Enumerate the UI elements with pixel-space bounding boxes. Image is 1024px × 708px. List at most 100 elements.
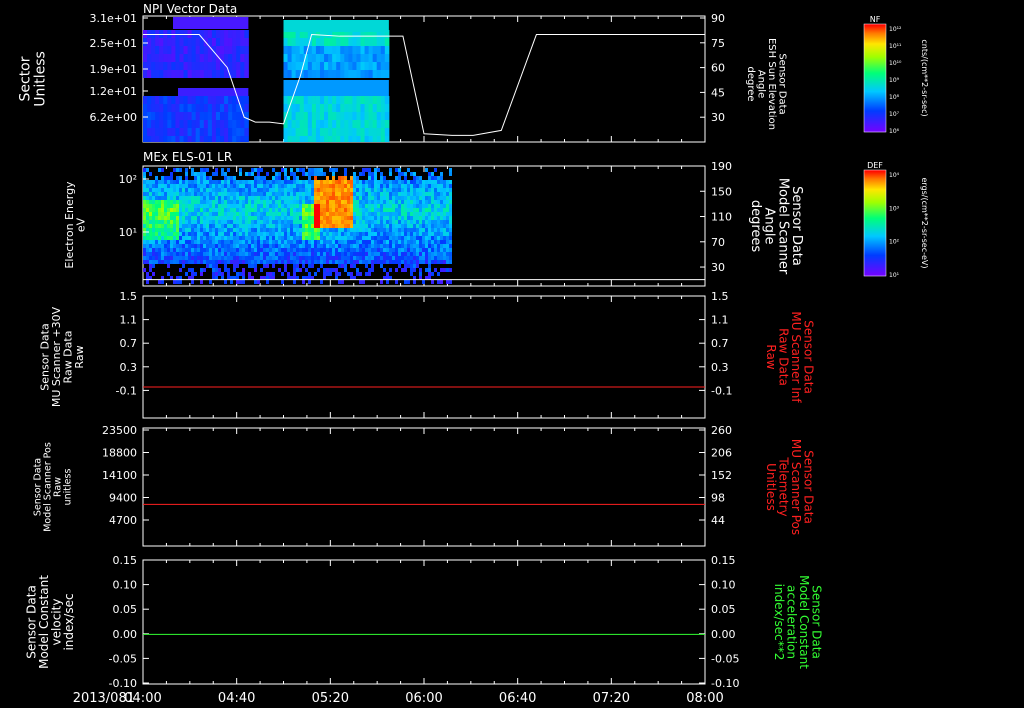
heatmap-cell <box>299 260 302 264</box>
heatmap-cell <box>275 212 278 216</box>
heatmap-cell <box>311 208 314 212</box>
heatmap-cell <box>203 168 206 172</box>
heatmap-cell <box>431 184 434 188</box>
heatmap-cell <box>323 208 326 212</box>
heatmap-cell <box>311 120 317 128</box>
heatmap-cell <box>143 196 146 200</box>
heatmap-cell <box>449 240 452 244</box>
heatmap-cell <box>428 216 431 220</box>
heatmap-cell <box>389 188 392 192</box>
heatmap-cell <box>368 212 371 216</box>
heatmap-cell <box>263 184 266 188</box>
heatmap-cell <box>401 204 404 208</box>
heatmap-cell <box>305 220 308 224</box>
heatmap-cell <box>194 208 197 212</box>
heatmap-cell <box>383 256 386 260</box>
heatmap-cell <box>389 224 392 228</box>
y-tick-label-right: 1.5 <box>711 290 729 303</box>
heatmap-cell <box>155 232 158 236</box>
heatmap-cell <box>434 240 437 244</box>
heatmap-cell <box>404 208 407 212</box>
heatmap-cell <box>245 248 248 252</box>
heatmap-cell <box>212 204 215 208</box>
heatmap-cell <box>374 220 377 224</box>
heatmap-cell <box>299 168 302 172</box>
heatmap-cell <box>443 232 446 236</box>
heatmap-cell <box>374 216 377 220</box>
heatmap-cell <box>425 208 428 212</box>
heatmap-cell <box>209 192 212 196</box>
heatmap-cell <box>194 248 197 252</box>
heatmap-cell <box>233 260 236 264</box>
heatmap-cell <box>176 176 179 180</box>
heatmap-cell <box>170 224 173 228</box>
heatmap-cell <box>422 228 425 232</box>
heatmap-cell <box>364 136 370 142</box>
heatmap-cell <box>401 200 404 204</box>
heatmap-cell <box>155 184 158 188</box>
heatmap-cell <box>374 256 377 260</box>
heatmap-cell <box>413 200 416 204</box>
heatmap-cell <box>248 204 251 208</box>
heatmap-cell <box>272 208 275 212</box>
heatmap-cell <box>362 216 365 220</box>
heatmap-cell <box>257 188 260 192</box>
heatmap-cell <box>419 260 422 264</box>
heatmap-cell <box>161 244 164 248</box>
heatmap-cell <box>242 252 245 256</box>
y-axis-label-right-line: Raw <box>764 344 778 369</box>
heatmap-cell <box>173 236 176 240</box>
heatmap-cell <box>221 240 224 244</box>
heatmap-cell <box>173 208 176 212</box>
heatmap-cell <box>302 260 305 264</box>
heatmap-cell <box>380 112 386 120</box>
heatmap-cell <box>242 180 245 184</box>
heatmap-cell <box>185 228 188 232</box>
heatmap-cell <box>431 212 434 216</box>
y-tick-label-right: -0.05 <box>711 652 739 665</box>
heatmap-cell <box>197 196 200 200</box>
heatmap-cell <box>338 192 341 196</box>
heatmap-cell <box>290 216 293 220</box>
heatmap-cell <box>413 188 416 192</box>
heatmap-cell <box>319 112 325 120</box>
heatmap-cell <box>215 228 218 232</box>
heatmap-cell <box>293 240 296 244</box>
heatmap-cell <box>347 240 350 244</box>
heatmap-cell <box>230 216 233 220</box>
heatmap-cell <box>407 248 410 252</box>
heatmap-cell <box>215 196 218 200</box>
heatmap-cell <box>290 252 293 256</box>
heatmap-cell <box>151 128 156 136</box>
heatmap-cell <box>341 188 344 192</box>
heatmap-cell <box>398 176 401 180</box>
heatmap-cell <box>187 112 193 120</box>
heatmap-cell <box>413 180 416 184</box>
heatmap-cell <box>221 192 224 196</box>
heatmap-cell <box>206 252 209 256</box>
heatmap-cell <box>376 120 382 128</box>
heatmap-cell <box>203 212 206 216</box>
heatmap-cell <box>380 136 386 142</box>
heatmap-cell <box>395 192 398 196</box>
heatmap-cell <box>410 192 413 196</box>
heatmap-cell <box>299 268 302 272</box>
heatmap-cell <box>368 112 374 120</box>
heatmap-cell <box>376 96 382 104</box>
y-tick-label: 0.7 <box>120 337 138 350</box>
heatmap-cell <box>164 244 167 248</box>
heatmap-cell <box>278 236 281 240</box>
heatmap-cell <box>329 196 332 200</box>
heatmap-cell <box>431 196 434 200</box>
heatmap-cell <box>176 212 179 216</box>
y-tick-label-right: 260 <box>711 424 732 437</box>
heatmap-cell <box>416 240 419 244</box>
heatmap-cell <box>425 180 428 184</box>
heatmap-cell <box>302 200 305 204</box>
heatmap-cell <box>344 184 347 188</box>
heatmap-cell <box>311 216 314 220</box>
heatmap-cell <box>446 252 449 256</box>
heatmap-cell <box>203 208 206 212</box>
heatmap-cell <box>365 260 368 264</box>
heatmap-cell <box>170 172 173 176</box>
